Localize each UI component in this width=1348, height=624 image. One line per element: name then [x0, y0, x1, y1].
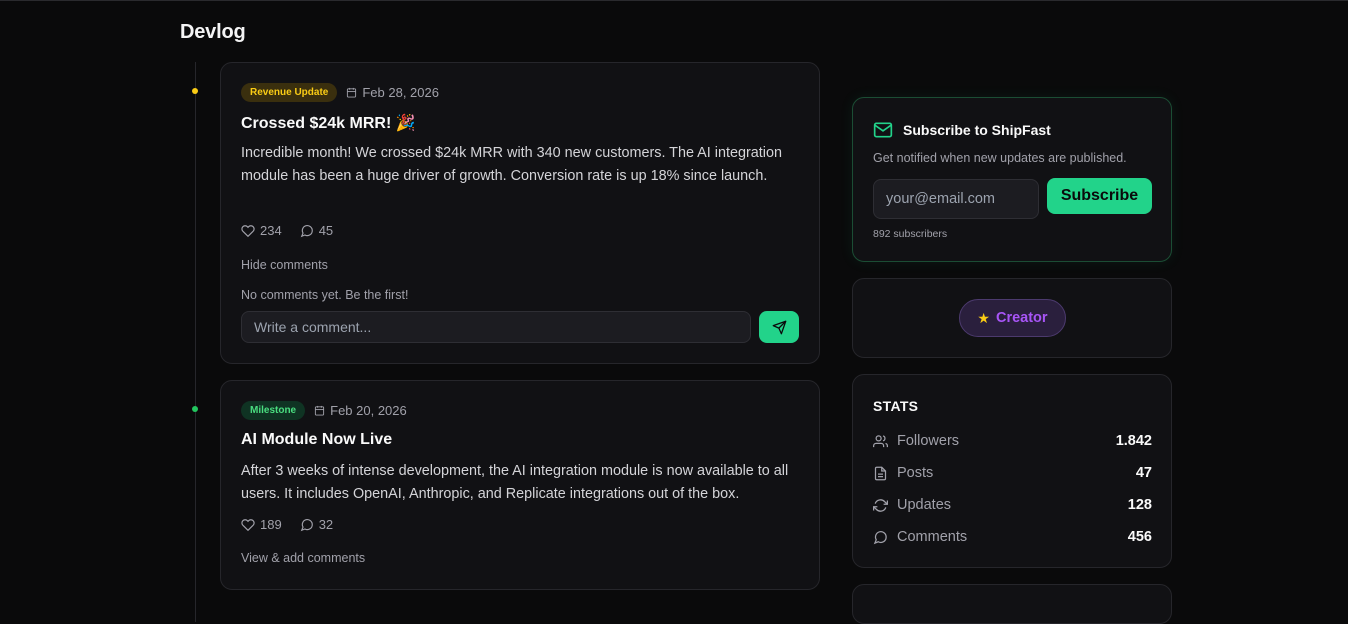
subscribe-description: Get notified when new updates are publis…	[873, 151, 1127, 165]
view-comments-link[interactable]: View & add comments	[241, 551, 365, 565]
post-card: Milestone Feb 20, 2026 AI Module Now Liv…	[220, 380, 820, 590]
calendar-icon	[347, 87, 357, 98]
like-count: 189	[260, 517, 282, 532]
post-date-text: Feb 20, 2026	[330, 403, 407, 418]
stat-row-updates: Updates 128	[873, 495, 1152, 515]
stat-label: Updates	[897, 497, 952, 513]
stat-value: 128	[1127, 497, 1152, 513]
comment-count-button[interactable]: 45	[300, 223, 333, 238]
mail-icon	[873, 122, 893, 138]
page-title: Devlog	[180, 21, 246, 43]
post-date: Feb 28, 2026	[346, 85, 439, 100]
post-date-text: Feb 28, 2026	[362, 85, 439, 100]
email-input[interactable]	[873, 179, 1039, 219]
timeline-line	[195, 62, 196, 622]
like-count: 234	[260, 223, 282, 238]
hide-comments-link[interactable]: Hide comments	[241, 258, 328, 272]
post-card: Revenue Update Feb 28, 2026 Crossed $24k…	[220, 62, 820, 364]
users-icon	[873, 434, 888, 447]
post-body: Incredible month! We crossed $24k MRR wi…	[241, 145, 782, 184]
post-title: AI Module Now Live	[241, 431, 393, 448]
post-date: Feb 20, 2026	[314, 403, 407, 418]
stat-label: Followers	[897, 433, 960, 449]
stat-row-comments: Comments 456	[873, 527, 1152, 547]
subscribe-button[interactable]: Subscribe	[1047, 178, 1152, 214]
stat-row-followers: Followers 1.842	[873, 431, 1152, 451]
sidebar-card-partial	[852, 584, 1172, 624]
category-badge: Milestone	[241, 401, 306, 420]
timeline-dot-milestone	[192, 406, 198, 412]
timeline-dot-revenue	[192, 88, 198, 94]
post-title: Crossed $24k MRR! 🎉	[241, 115, 416, 132]
comment-icon	[300, 518, 313, 531]
post-reactions: 189 32	[241, 517, 333, 532]
stat-row-posts: Posts 47	[873, 463, 1152, 483]
post-meta: Milestone Feb 20, 2026	[241, 401, 407, 420]
comment-count: 32	[318, 517, 334, 532]
empty-comments-text: No comments yet. Be the first!	[241, 288, 409, 302]
comment-input[interactable]	[241, 311, 751, 343]
category-badge: Revenue Update	[241, 83, 338, 102]
heart-icon	[241, 518, 255, 531]
subscriber-count: 892 subscribers	[873, 228, 948, 240]
comment-icon	[873, 530, 887, 544]
heart-icon	[241, 224, 255, 237]
file-icon	[874, 466, 887, 480]
top-divider	[0, 0, 1348, 1]
stat-value: 47	[1135, 465, 1152, 481]
calendar-icon	[315, 405, 325, 416]
like-button[interactable]: 234	[241, 223, 282, 238]
like-button[interactable]: 189	[241, 517, 282, 532]
send-comment-button[interactable]	[759, 311, 799, 343]
stat-label: Comments	[897, 529, 968, 545]
comment-count: 45	[318, 223, 334, 238]
stats-card: STATS Followers 1.842 Posts 47 Updates 1…	[852, 374, 1172, 568]
comment-icon	[300, 224, 313, 237]
stat-label: Posts	[897, 465, 934, 481]
send-icon	[772, 320, 786, 334]
post-body: After 3 weeks of intense development, th…	[241, 463, 789, 502]
stats-title: STATS	[873, 398, 919, 414]
post-reactions: 234 45	[241, 223, 333, 238]
refresh-icon	[873, 498, 888, 512]
stat-value: 456	[1127, 529, 1152, 545]
subscribe-header: Subscribe to ShipFast	[873, 120, 1051, 140]
creator-card: ★ Creator	[852, 278, 1172, 358]
creator-badge: ★ Creator	[959, 299, 1066, 337]
subscribe-card: Subscribe to ShipFast Get notified when …	[852, 97, 1172, 262]
post-meta: Revenue Update Feb 28, 2026	[241, 83, 439, 102]
stat-value: 1.842	[1115, 433, 1152, 449]
creator-label: Creator	[995, 310, 1048, 326]
comment-count-button[interactable]: 32	[300, 517, 333, 532]
star-icon: ★	[977, 309, 990, 326]
subscribe-title: Subscribe to ShipFast	[903, 122, 1051, 138]
